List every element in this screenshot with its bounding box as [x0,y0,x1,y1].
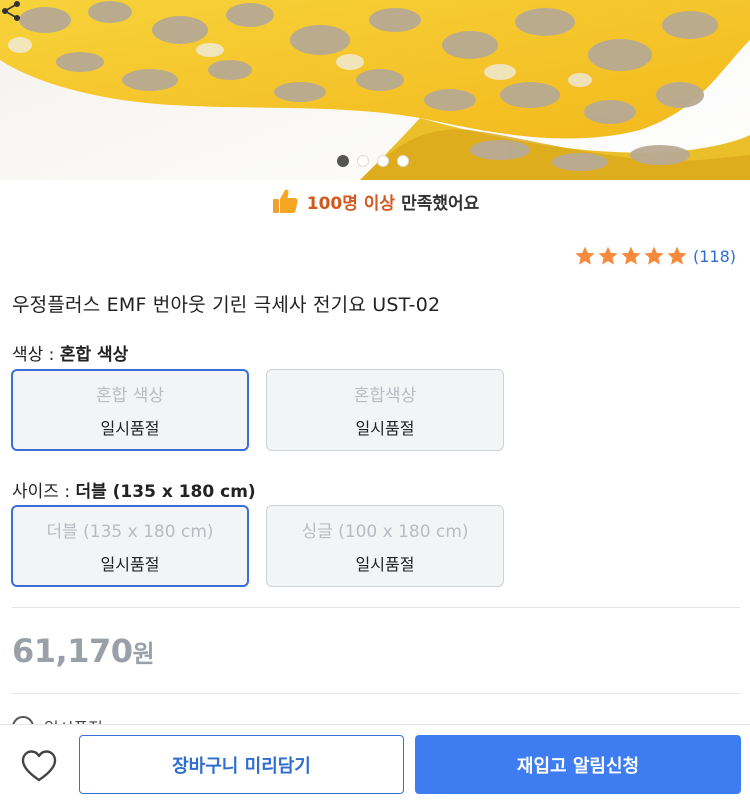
satisfaction-banner: 100명 이상 만족했어요 [0,185,750,217]
option-status: 일시품절 [355,419,415,438]
size-selected-value: 더블 (135 x 180 cm) [75,482,256,502]
carousel-dot[interactable] [377,155,389,167]
price-unit: 원 [132,640,155,668]
star-icon [667,246,687,265]
blanket-image [0,0,750,180]
star-icon [575,246,595,265]
heart-icon[interactable] [20,749,58,783]
size-option-double[interactable]: 더블 (135 x 180 cm) 일시품절 [11,505,249,587]
divider [12,607,740,608]
price-amount: 61,170 [12,632,133,670]
option-status: 일시품절 [100,555,160,574]
product-image-carousel[interactable] [0,0,750,180]
review-count-link[interactable]: (118) [693,247,736,266]
carousel-dot[interactable] [357,155,369,167]
bottom-action-bar: 장바구니 미리담기 재입고 알림신청 [0,724,750,808]
carousel-dot[interactable] [337,155,349,167]
option-name: 더블 (135 x 180 cm) [46,522,214,542]
satisfaction-text: 만족했어요 [401,193,480,214]
color-option-mixed-alt[interactable]: 혼합색상 일시품절 [266,369,504,451]
option-name: 싱글 (100 x 180 cm) [301,522,469,542]
size-label-prefix: 사이즈 : [12,482,76,502]
star-icon [644,246,664,265]
product-title: 우정플러스 EMF 번아웃 기린 극세사 전기요 UST-02 [12,294,441,316]
option-name: 혼합 색상 [96,386,164,406]
thumbs-up-icon [272,189,298,213]
carousel-dot[interactable] [397,155,409,167]
color-selected-value: 혼합 색상 [59,345,129,365]
restock-notify-button[interactable]: 재입고 알림신청 [415,735,741,794]
price: 61,170원 [12,632,155,670]
divider [12,693,740,694]
option-status: 일시품절 [100,419,160,438]
color-option-label: 색상 : 혼합 색상 [12,340,128,365]
add-to-cart-preview-button[interactable]: 장바구니 미리담기 [79,735,404,794]
rating[interactable]: (118) [573,245,736,267]
star-icon [621,246,641,265]
size-option-single[interactable]: 싱글 (100 x 180 cm) 일시품절 [266,505,504,587]
option-name: 혼합색상 [353,386,417,406]
color-label-prefix: 색상 : [12,345,60,365]
star-icon [598,246,618,265]
color-option-mixed[interactable]: 혼합 색상 일시품절 [11,369,249,451]
share-icon[interactable] [0,0,22,22]
option-status: 일시품절 [355,555,415,574]
carousel-dots [337,155,409,167]
satisfaction-highlight: 100명 이상 [306,193,396,214]
size-option-label: 사이즈 : 더블 (135 x 180 cm) [12,477,256,502]
